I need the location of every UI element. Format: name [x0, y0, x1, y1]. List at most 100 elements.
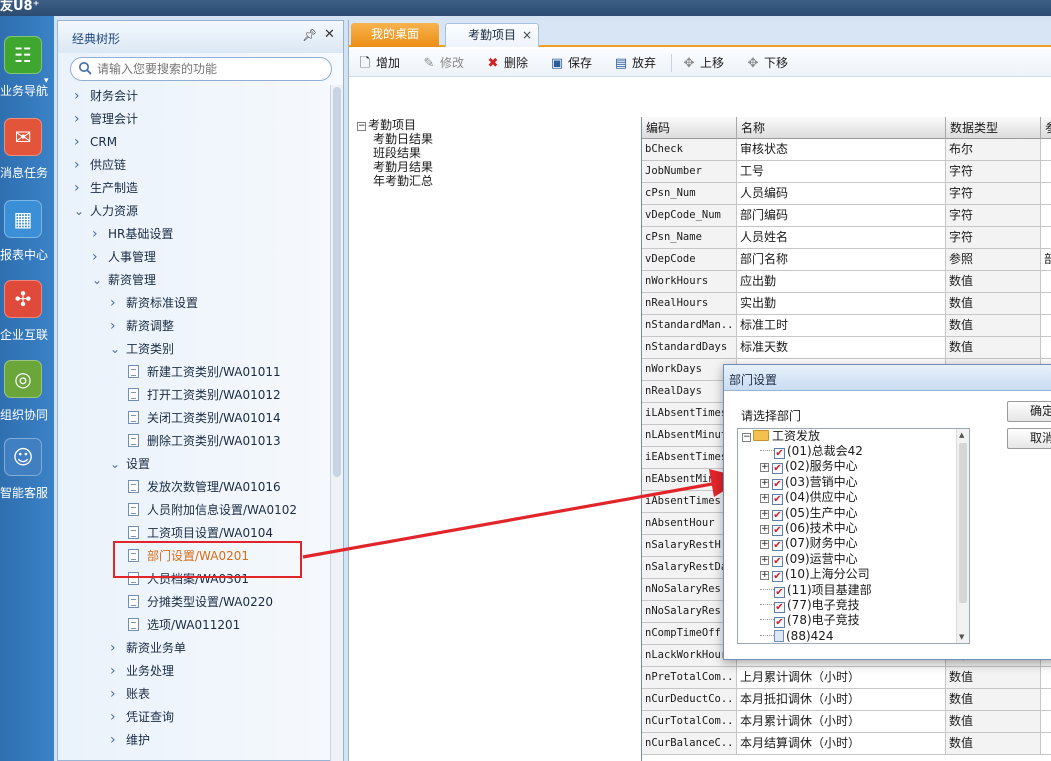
table-cell[interactable]: 布尔 [946, 139, 1041, 160]
tree-item[interactable]: › 管理会计 [74, 108, 138, 131]
tree-item[interactable]: ⌄ 薪资管理 [92, 269, 156, 292]
table-cell[interactable] [1041, 667, 1051, 688]
table-cell[interactable]: 数值 [946, 271, 1041, 292]
tree-item[interactable]: 删除工资类别/WA01013 [128, 430, 281, 453]
table-cell[interactable]: nWorkHours [642, 271, 737, 292]
table-cell[interactable] [1041, 337, 1051, 358]
department-item[interactable]: + ✔ (09)运营中心 [760, 552, 858, 567]
table-row[interactable]: JobNumber 工号 字符 [642, 161, 1051, 183]
expand-icon[interactable]: + [760, 494, 769, 504]
table-row[interactable]: nCurBalanceC... 本月结算调休（小时） 数值 [642, 733, 1051, 755]
table-cell[interactable]: cPsn_Name [642, 227, 737, 248]
tree-scrollbar[interactable] [330, 85, 343, 761]
tree-item[interactable]: › HR基础设置 [92, 223, 173, 246]
department-tree-scrollbar[interactable]: ▲ ▼ [956, 429, 969, 643]
rail-item-5[interactable]: ☺ 智能客服 [0, 436, 54, 508]
table-row[interactable]: cPsn_Name 人员姓名 字符 [642, 227, 1051, 249]
checkbox-checked-icon[interactable]: ✔ [772, 525, 783, 536]
scroll-down-icon[interactable]: ▼ [959, 633, 964, 641]
table-cell[interactable] [1041, 293, 1051, 314]
tree-item[interactable]: › 薪资标准设置 [110, 292, 198, 315]
department-item[interactable]: + ✔ (07)财务中心 [760, 536, 858, 552]
table-cell[interactable]: 数值 [946, 689, 1041, 710]
table-cell[interactable]: 数值 [946, 733, 1041, 754]
column-header[interactable]: 名称 [737, 117, 946, 139]
item-tree-node[interactable]: 年考勤汇总 [373, 174, 433, 188]
rail-item-2[interactable]: ▦ 报表中心 [0, 198, 54, 270]
checkbox-checked-icon[interactable]: ✔ [772, 555, 783, 567]
tree-item[interactable]: ⌄ 工资类别 [110, 338, 174, 361]
tree-item[interactable]: › 人事管理 [92, 246, 156, 269]
tree-item[interactable]: › 财务会计 [74, 85, 138, 108]
table-cell[interactable]: 实出勤 [737, 293, 946, 314]
table-cell[interactable]: 部 [1041, 249, 1051, 270]
cancel-button[interactable]: 取消 [1007, 428, 1051, 449]
tree-item[interactable]: 分摊类型设置/WA0220 [128, 591, 273, 614]
tree-item[interactable]: 关闭工资类别/WA01014 [128, 407, 281, 430]
department-item[interactable]: ✔ (11)项目基建部 [760, 583, 872, 598]
rail-item-4[interactable]: ◎ 组织协同 [0, 358, 54, 430]
rail-item-1[interactable]: ✉ 消息任务 [0, 116, 54, 188]
expand-icon[interactable]: + [760, 463, 769, 473]
table-cell[interactable]: 人员编码 [737, 183, 946, 204]
table-cell[interactable]: 本月抵扣调休（小时） [737, 689, 946, 710]
checkbox-checked-icon[interactable]: ✔ [774, 602, 785, 613]
tree-item[interactable]: › 薪资业务单 [110, 637, 186, 660]
ok-button[interactable]: 确定 [1007, 401, 1051, 422]
table-row[interactable]: bCheck 审核状态 布尔 [642, 139, 1051, 161]
tree-item[interactable]: › 生产制造 [74, 177, 138, 200]
chevron-right-icon[interactable]: › [110, 315, 126, 338]
tab-my-desktop[interactable]: 我的桌面 [351, 23, 439, 47]
checkbox-checked-icon[interactable]: ✔ [774, 448, 785, 459]
table-row[interactable]: nCurDeductCo... 本月抵扣调休（小时） 数值 [642, 689, 1051, 711]
table-cell[interactable]: nCurBalanceC... [642, 733, 737, 754]
table-cell[interactable] [1041, 689, 1051, 710]
table-cell[interactable]: 上月累计调休（小时） [737, 667, 946, 688]
department-root[interactable]: − 工资发放 [742, 429, 820, 444]
tree-item[interactable]: › 薪资调整 [110, 315, 174, 338]
tab-close-icon[interactable]: × [522, 24, 532, 46]
tree-item[interactable]: 新建工资类别/WA01011 [128, 361, 281, 384]
table-cell[interactable]: 字符 [946, 161, 1041, 182]
chevron-right-icon[interactable]: › [110, 292, 126, 315]
chevron-right-icon[interactable]: › [110, 637, 126, 660]
delete-button[interactable]: ✖ 删除 [485, 54, 528, 72]
table-row[interactable]: nPreTotalCom... 上月累计调休（小时） 数值 [642, 667, 1051, 689]
column-header[interactable]: 数据类型 [946, 117, 1041, 139]
table-cell[interactable]: 字符 [946, 205, 1041, 226]
department-item[interactable]: + ✔ (04)供应中心 [760, 490, 858, 506]
tree-item[interactable]: 选项/WA011201 [128, 614, 240, 637]
chevron-down-icon[interactable]: ⌄ [92, 269, 108, 292]
table-cell[interactable] [1041, 315, 1051, 336]
expand-icon[interactable]: + [760, 478, 769, 488]
move-up-button[interactable]: ✥ 上移 [681, 54, 724, 72]
save-button[interactable]: ▣ 保存 [549, 54, 592, 72]
tree-item[interactable]: › 凭证查询 [110, 706, 174, 729]
chevron-right-icon[interactable]: › [74, 108, 90, 131]
table-cell[interactable]: bCheck [642, 139, 737, 160]
tree-item[interactable]: › 业务处理 [110, 660, 174, 683]
chevron-right-icon[interactable]: › [74, 131, 90, 154]
chevron-right-icon[interactable]: › [110, 683, 126, 706]
table-cell[interactable]: nCurDeductCo... [642, 689, 737, 710]
checkbox-checked-icon[interactable]: ✔ [772, 463, 783, 475]
chevron-right-icon[interactable]: › [110, 706, 126, 729]
tree-item[interactable]: ⌄ 设置 [110, 453, 150, 476]
tab-attendance-items[interactable]: 考勤项目 × [445, 23, 539, 47]
rail-item-0[interactable]: ☷ 业务导航 ▾ [0, 34, 54, 106]
scroll-up-icon[interactable]: ▲ [959, 431, 964, 439]
table-cell[interactable] [1041, 161, 1051, 182]
table-cell[interactable]: 字符 [946, 227, 1041, 248]
tree-item[interactable]: ⌄ 人力资源 [74, 200, 138, 223]
rail-item-3[interactable]: ✣ 企业互联 [0, 278, 54, 350]
table-cell[interactable]: nStandardDays [642, 337, 737, 358]
department-item[interactable]: + ✔ (05)生产中心 [760, 506, 858, 521]
department-item[interactable]: + ✔ (02)服务中心 [760, 459, 858, 475]
chevron-right-icon[interactable]: › [74, 154, 90, 177]
chevron-down-icon[interactable]: ▾ [44, 76, 49, 86]
department-scrollbar-thumb[interactable] [959, 443, 967, 603]
table-cell[interactable]: 数值 [946, 315, 1041, 336]
expand-icon[interactable]: + [760, 540, 769, 550]
chevron-right-icon[interactable]: › [110, 660, 126, 683]
department-item[interactable]: + ✔ (03)营销中心 [760, 475, 858, 490]
